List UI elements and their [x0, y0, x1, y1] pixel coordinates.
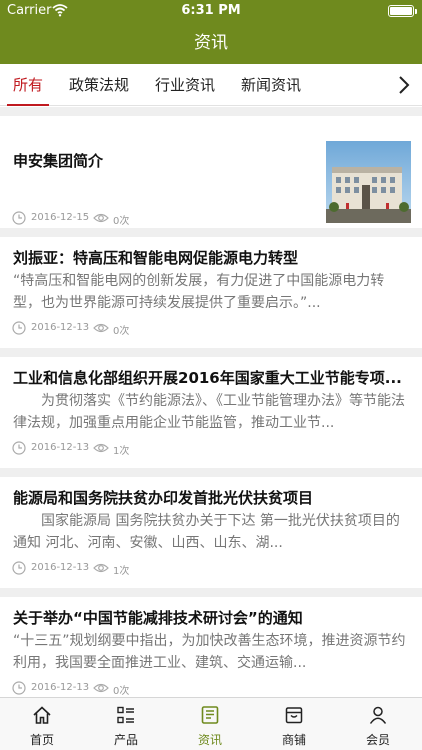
tabbar-label: 商铺 — [281, 733, 306, 747]
eye-icon — [93, 563, 109, 573]
tabbar-member[interactable]: 会员 — [336, 698, 420, 750]
tabbar-label: 产品 — [113, 733, 138, 747]
chevron-right-icon[interactable] — [394, 75, 414, 95]
article-title: 关于举办“中国节能减排技术研讨会”的通知 — [13, 609, 303, 627]
article-views: 0次 — [113, 686, 130, 697]
clock-icon — [12, 681, 26, 695]
tab-policy[interactable]: 政策法规 — [69, 64, 129, 106]
article-views: 1次 — [113, 566, 130, 577]
status-time: 6:31 PM — [181, 3, 241, 18]
article-views: 0次 — [113, 216, 130, 227]
article-date: 2016-12-13 — [31, 682, 90, 693]
category-tabs: 所有 政策法规 行业资讯 新闻资讯 — [0, 64, 422, 106]
article-summary: “十三五”规划纲要中指出，为加快改善生态环境，推进资源节约利用，我国要全面推进工… — [13, 633, 406, 671]
list-item[interactable]: 能源局和国务院扶贫办印发首批光伏扶贫项目 国家能源局 国务院扶贫办关于下达 第一… — [0, 477, 422, 588]
tabbar-home[interactable]: 首页 — [0, 698, 84, 750]
article-title: 能源局和国务院扶贫办印发首批光伏扶贫项目 — [13, 489, 314, 507]
user-icon — [369, 706, 387, 724]
clock-icon — [12, 561, 26, 575]
article-title: 申安集团简介 — [13, 152, 104, 170]
tabbar-store[interactable]: 商铺 — [252, 698, 336, 750]
article-thumbnail — [326, 141, 411, 223]
article-views: 0次 — [113, 326, 130, 337]
tab-all[interactable]: 所有 — [6, 64, 50, 106]
list-item[interactable]: 关于举办“中国节能减排技术研讨会”的通知 “十三五”规划纲要中指出，为加快改善生… — [0, 597, 422, 697]
home-icon — [33, 706, 51, 724]
article-date: 2016-12-13 — [31, 562, 90, 573]
tab-industry-news[interactable]: 行业资讯 — [155, 64, 215, 106]
list-item[interactable]: 申安集团简介 2016-12-15 0次 — [0, 116, 422, 228]
list-icon — [117, 706, 134, 724]
article-views: 1次 — [113, 446, 130, 457]
list-item[interactable]: 刘振亚：特高压和智能电网促能源电力转型 “特高压和智能电网的创新发展，有力促进了… — [0, 237, 422, 348]
tabbar-products[interactable]: 产品 — [84, 698, 168, 750]
tabbar-label: 首页 — [29, 733, 54, 747]
tab-news[interactable]: 新闻资讯 — [241, 64, 301, 106]
store-icon — [285, 707, 303, 724]
article-title: 刘振亚：特高压和智能电网促能源电力转型 — [13, 249, 299, 267]
article-list: 申安集团简介 2016-12-15 0次 刘振亚：特高压和智能电网促能源电力转型… — [0, 107, 422, 697]
clock-icon — [12, 441, 26, 455]
clock-icon — [12, 211, 26, 225]
tabbar-label: 会员 — [365, 733, 390, 747]
eye-icon — [93, 323, 109, 333]
eye-icon — [93, 443, 109, 453]
bottom-tab-bar: 首页 产品 资讯 商铺 会员 — [0, 697, 422, 750]
article-date: 2016-12-13 — [31, 322, 90, 333]
eye-icon — [93, 213, 109, 223]
list-item[interactable]: 工业和信息化部组织开展2016年国家重大工业节能专项... 为贯彻落实《节约能源… — [0, 357, 422, 468]
page-title: 资讯 — [194, 33, 228, 53]
nav-bar: 资讯 — [0, 22, 422, 64]
status-bar: Carrier 6:31 PM — [0, 0, 422, 22]
tabbar-label: 资讯 — [197, 733, 222, 747]
article-title: 工业和信息化部组织开展2016年国家重大工业节能专项... — [13, 369, 402, 387]
article-summary: 为贯彻落实《节约能源法》、《工业节能管理办法》等节能法律法规，加强重点用能企业节… — [13, 393, 405, 431]
article-date: 2016-12-13 — [31, 442, 90, 453]
clock-icon — [12, 321, 26, 335]
article-date: 2016-12-15 — [31, 212, 90, 223]
battery-icon — [388, 5, 417, 17]
tabbar-news[interactable]: 资讯 — [168, 698, 252, 750]
article-summary: “特高压和智能电网的创新发展，有力促进了中国能源电力转型，也为世界能源可持续发展… — [13, 273, 385, 311]
eye-icon — [93, 683, 109, 693]
news-icon — [201, 706, 219, 724]
article-summary: 国家能源局 国务院扶贫办关于下达 第一批光伏扶贫项目的通知 河北、河南、安徽、山… — [13, 513, 400, 551]
